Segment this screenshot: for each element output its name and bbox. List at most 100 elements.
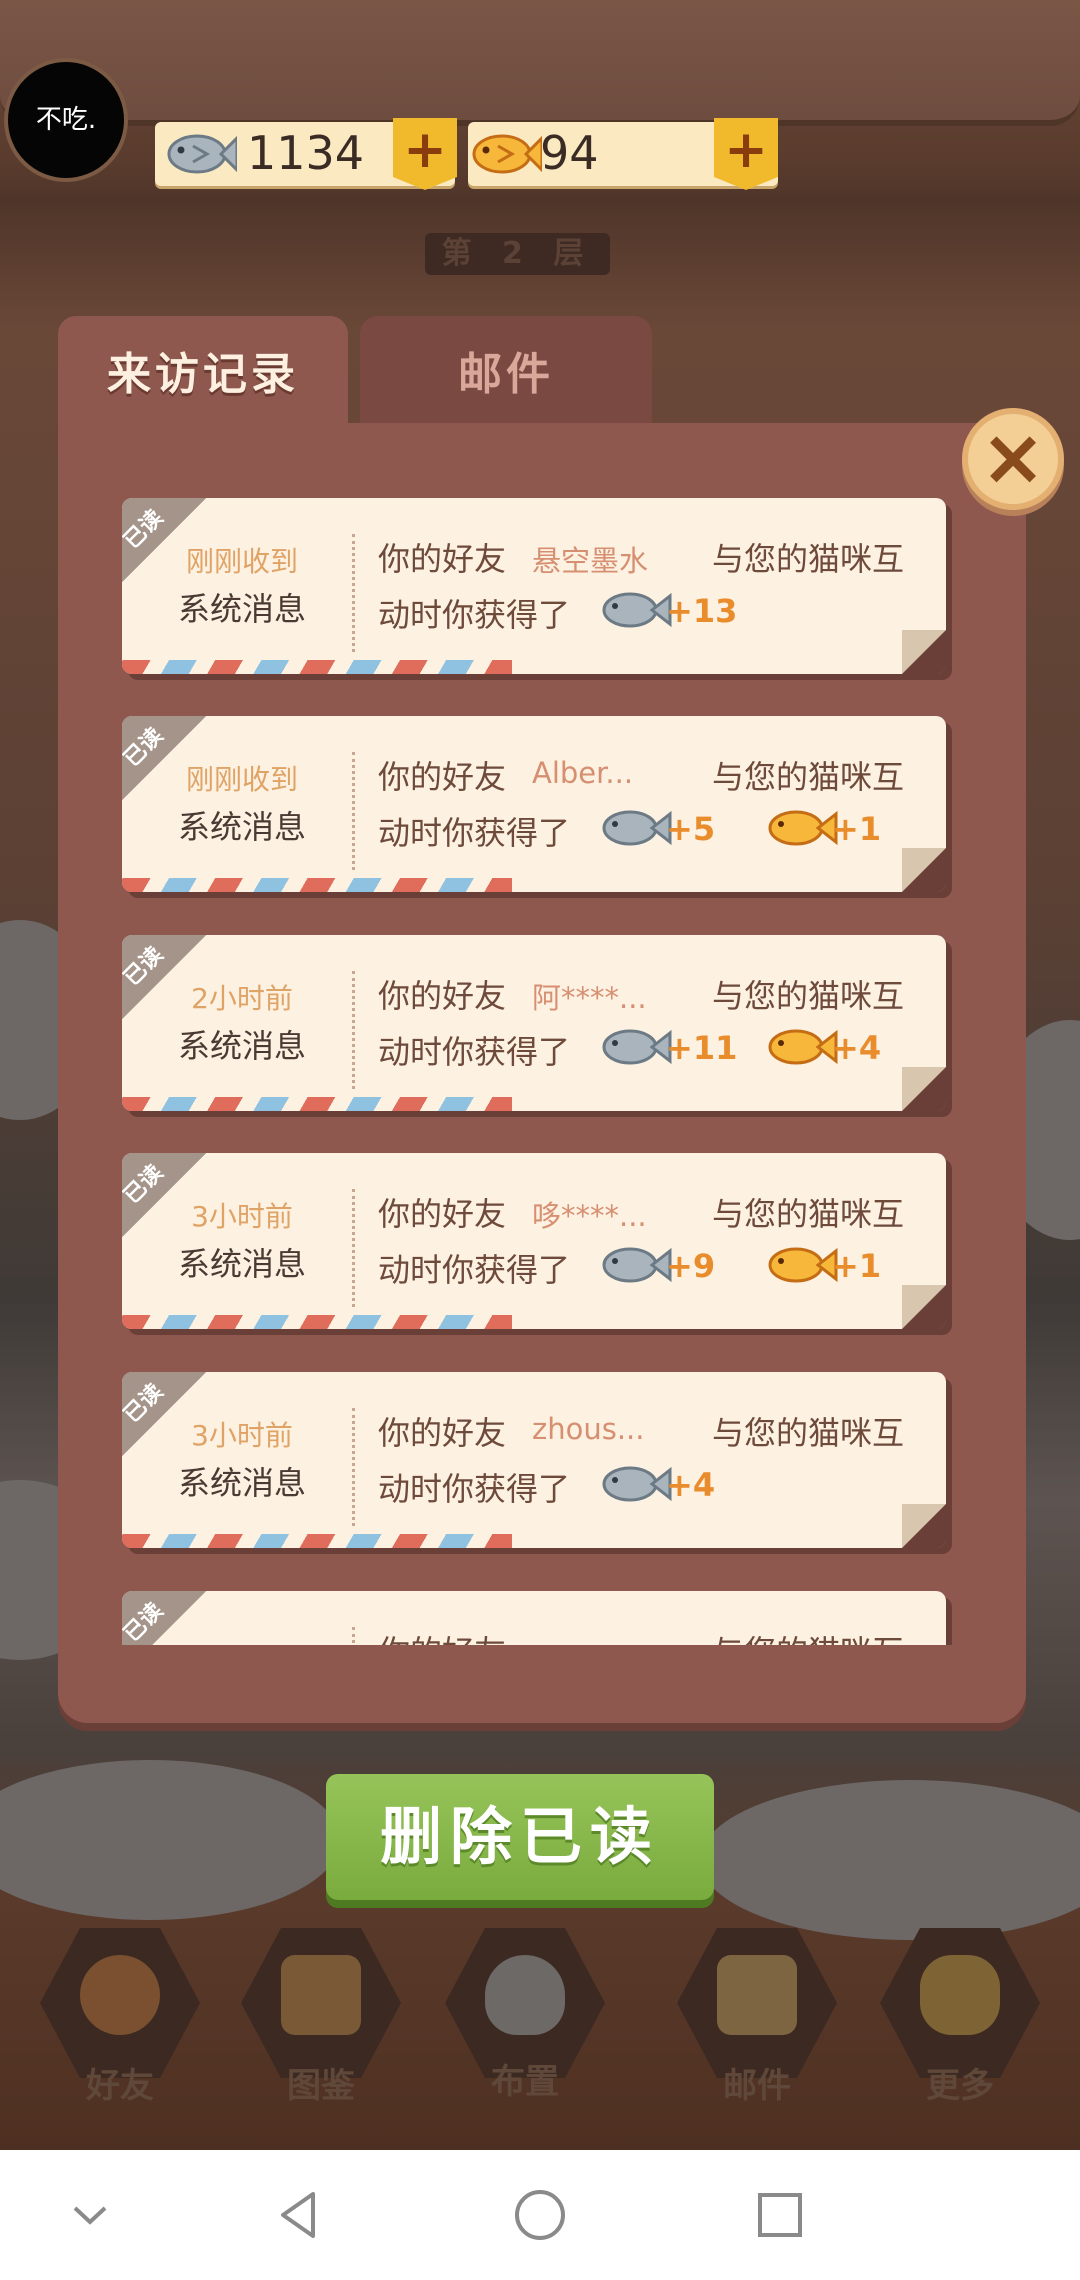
friends-icon [80, 1955, 160, 2035]
add-silver-fish-button[interactable]: + [393, 118, 457, 190]
message-card[interactable]: 已读 3小时前 系统消息 你的好友 zhous... 与您的猫咪互 动时你获得了… [122, 1372, 946, 1548]
message-prefix: 你的好友 [378, 1195, 507, 1233]
divider [352, 1627, 355, 1645]
message-prefix: 你的好友 [378, 758, 507, 796]
silver-fish-icon [602, 1466, 672, 1502]
page-fold [902, 630, 946, 674]
divider [352, 1189, 355, 1307]
message-prefix: 你的好友 [378, 977, 507, 1015]
message-prefix: 你的好友 [378, 1627, 506, 1645]
page-fold [902, 1067, 946, 1111]
message-line2: 动时你获得了 [378, 1470, 571, 1508]
divider [352, 1408, 355, 1526]
recents-icon[interactable] [745, 2180, 815, 2250]
message-time: 2小时前 [191, 982, 293, 1015]
reward-amount: +4 [832, 1029, 882, 1067]
message-list[interactable]: 已读 刚刚收到 系统消息 你的好友 悬空墨水 与您的猫咪互 动时你获得了 +13… [122, 498, 952, 1645]
message-source: 系统消息 [177, 590, 306, 628]
system-nav-bar [0, 2150, 1080, 2280]
nav-label: 图鉴 [287, 2066, 355, 2106]
divider [352, 534, 355, 652]
airmail-stripe [122, 660, 512, 674]
page-fold [902, 1504, 946, 1548]
snow-bush [0, 1760, 340, 1920]
floor-sign: 第 2 层 [425, 233, 610, 275]
airmail-stripe [122, 1315, 512, 1329]
home-icon[interactable] [505, 2180, 575, 2250]
collapse-icon[interactable] [55, 2180, 125, 2250]
message-card[interactable]: 已读 2小时前 系统消息 你的好友 阿****... 与您的猫咪互 动时你获得了… [122, 935, 946, 1111]
nav-album[interactable]: 图鉴 [236, 1900, 406, 2106]
message-time: 刚刚收到 [185, 545, 298, 578]
message-time: 3小时前 [191, 1200, 293, 1233]
message-source: 系统消息 [177, 1245, 306, 1283]
message-card[interactable]: 已读 3小时前 系统消息 你的好友 哆****... 与您的猫咪互 动时你获得了… [122, 1153, 946, 1329]
silver-fish-icon [602, 1247, 672, 1283]
friend-name: 悬空墨水 [532, 544, 649, 578]
reward-amount: +11 [666, 1029, 738, 1067]
add-gold-fish-button[interactable]: + [714, 118, 778, 190]
nav-label: 布置 [491, 2062, 559, 2102]
message-suffix: 与您的猫咪互 [712, 977, 905, 1015]
silver-fish-icon [602, 810, 672, 846]
close-button[interactable]: × [962, 408, 1064, 510]
read-badge: 已读 [122, 1591, 216, 1645]
message-line2: 动时你获得了 [378, 1033, 571, 1071]
divider [352, 971, 355, 1089]
shop-awning [0, 0, 1080, 126]
page-fold [902, 1285, 946, 1329]
friend-name: zhous... [532, 1412, 645, 1446]
player-avatar[interactable]: 不吃. [4, 58, 128, 182]
tab-visit-records[interactable]: 来访记录 [58, 316, 348, 426]
message-suffix: 与您的猫咪互 [712, 540, 905, 578]
mail-icon [717, 1955, 797, 2035]
message-source: 系统消息 [177, 808, 306, 846]
message-card[interactable]: 已读 刚刚收到 系统消息 你的好友 悬空墨水 与您的猫咪互 动时你获得了 +13 [122, 498, 946, 674]
message-time: 3小时前 [191, 1419, 293, 1452]
friend-name: 阿****... [532, 981, 647, 1015]
nav-label: 更多 [926, 2066, 994, 2106]
reward-amount: +1 [832, 1247, 882, 1285]
gold-fish-icon [768, 1029, 838, 1065]
message-source: 系统消息 [177, 1027, 306, 1065]
nav-more[interactable]: 更多 [875, 1900, 1045, 2106]
bottom-nav: 好友 图鉴 布置 邮件 更多 [0, 1900, 1080, 2150]
message-suffix: 与您的猫咪互 [712, 758, 905, 796]
reward-amount: +1 [832, 810, 882, 848]
message-prefix: 你的好友 [378, 540, 507, 578]
message-prefix: 你的好友 [378, 1414, 507, 1452]
back-icon[interactable] [265, 2180, 335, 2250]
message-suffix: 与您的猫咪互 [712, 1627, 904, 1645]
message-card[interactable]: 已读 刚刚收到 系统消息 你的好友 Alber... 与您的猫咪互 动时你获得了… [122, 716, 946, 892]
silver-fish-icon [167, 134, 237, 174]
silver-fish-icon [602, 592, 672, 628]
silver-fish-counter: 1134 + [155, 118, 457, 190]
close-icon: × [980, 413, 1046, 503]
friend-name: 哆****... [532, 1199, 647, 1233]
airmail-stripe [122, 1097, 512, 1111]
reward-amount: +9 [666, 1247, 716, 1285]
tab-mail[interactable]: 邮件 [360, 316, 652, 426]
delete-read-button[interactable]: 删除已读 [326, 1774, 714, 1900]
more-icon [920, 1955, 1000, 2035]
reward-amount: +13 [666, 592, 738, 630]
message-source: 系统消息 [177, 1464, 306, 1502]
nav-label: 邮件 [723, 2066, 791, 2106]
reward-amount: +5 [666, 810, 716, 848]
friend-name: Alber... [532, 756, 634, 790]
nav-friends[interactable]: 好友 [35, 1900, 205, 2106]
page-fold [902, 848, 946, 892]
gold-fish-value: 94 [540, 126, 599, 180]
message-suffix: 与您的猫咪互 [712, 1414, 905, 1452]
divider [352, 752, 355, 870]
nav-mail[interactable]: 邮件 [672, 1900, 842, 2106]
album-icon [281, 1955, 361, 2035]
message-line2: 动时你获得了 [378, 814, 571, 852]
silver-fish-icon [602, 1029, 672, 1065]
nav-label: 好友 [86, 2066, 154, 2106]
message-line2: 动时你获得了 [378, 1251, 571, 1289]
message-card[interactable]: 已读 你的好友 与您的猫咪互 [122, 1591, 946, 1645]
gold-fish-icon [472, 134, 542, 174]
gold-fish-counter: 94 + [468, 118, 778, 190]
nav-decorate[interactable]: 布置 [440, 1900, 610, 2102]
